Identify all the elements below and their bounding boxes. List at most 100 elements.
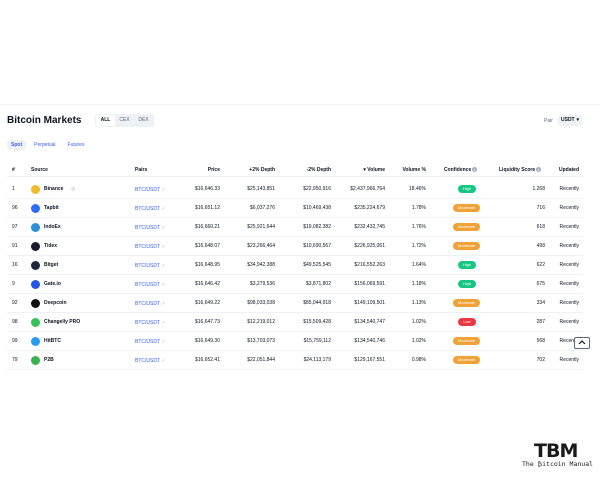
- col-liquidity[interactable]: Liquidity Score i: [499, 167, 542, 173]
- pair-link[interactable]: BTC/USDT ↗: [135, 332, 165, 351]
- watermark-logo: TBM The ₿itcoin Manual: [520, 440, 598, 470]
- pair-link-text: BTC/USDT: [135, 206, 160, 212]
- exchange-logo-icon: [31, 356, 40, 365]
- row-depth-minus: $15,509,428: [303, 319, 331, 325]
- external-link-icon: ↗: [161, 339, 165, 344]
- row-rank: 9: [12, 281, 15, 287]
- col-source[interactable]: Source: [31, 167, 48, 173]
- col-pairs[interactable]: Pairs: [135, 167, 147, 173]
- pair-dropdown[interactable]: USDT ▾: [558, 115, 582, 126]
- exchange-logo-icon: [31, 242, 40, 251]
- table-row[interactable]: 79 P2B BTC/USDT ↗ $16,652.41 $22,051,844 $24,…: [7, 351, 583, 370]
- confidence-badge: Moderate: [453, 299, 480, 307]
- col-updated[interactable]: Updated: [545, 167, 579, 173]
- row-depth-plus: $25,921,644: [247, 224, 275, 230]
- info-icon[interactable]: i: [472, 167, 478, 173]
- info-icon[interactable]: i: [536, 167, 542, 173]
- row-depth-minus: $22,950,916: [303, 186, 331, 192]
- exchange-name[interactable]: P2B: [44, 351, 54, 370]
- segment-cex[interactable]: CEX: [115, 115, 134, 126]
- pair-link[interactable]: BTC/USDT ↗: [135, 275, 165, 294]
- row-updated: Recently: [559, 357, 579, 363]
- exchange-name[interactable]: Changelly PRO: [44, 313, 80, 332]
- row-rank: 96: [12, 205, 18, 211]
- watermark-logo-text: The ₿itcoin Manual: [522, 460, 594, 468]
- col-volume[interactable]: ▾ Volume: [335, 167, 385, 173]
- exchange-name[interactable]: Tidex: [44, 237, 57, 256]
- external-link-icon: ↗: [161, 301, 165, 306]
- col-volume-pct[interactable]: Volume %: [390, 167, 426, 173]
- exchange-name[interactable]: Deepcoin: [44, 294, 67, 313]
- row-volume-pct: 1.13%: [411, 300, 426, 306]
- row-volume-pct: 1.76%: [411, 224, 426, 230]
- market-type-toggle: ALL CEX DEX: [95, 114, 154, 127]
- pair-link[interactable]: BTC/USDT ↗: [135, 256, 165, 275]
- row-liquidity: 498: [536, 243, 545, 249]
- col-depth-plus[interactable]: +2% Depth: [222, 167, 275, 173]
- row-volume: $226,925,061: [354, 243, 385, 249]
- row-volume: $156,069,591: [354, 281, 385, 287]
- exchange-logo-icon: [31, 185, 40, 194]
- tab-spot[interactable]: Spot: [7, 140, 27, 150]
- exchange-name[interactable]: HitBTC: [44, 332, 61, 351]
- exchange-name[interactable]: Binance: [44, 180, 63, 199]
- pair-link-text: BTC/USDT: [135, 358, 160, 364]
- table-row[interactable]: 16 Bitget BTC/USDT ↗ $16,648.95 $34,942,388 $…: [7, 256, 583, 275]
- pair-link[interactable]: BTC/USDT ↗: [135, 199, 165, 218]
- confidence-badge: Moderate: [453, 337, 480, 345]
- table-row[interactable]: 98 Changelly PRO BTC/USDT ↗ $16,647.73 $12,2…: [7, 313, 583, 332]
- tab-futures[interactable]: Futures: [64, 140, 89, 150]
- market-subtabs: Spot Perpetual Futures: [7, 140, 88, 150]
- row-volume: $129,167,551: [354, 357, 385, 363]
- watermark-logo-mark: TBM: [534, 440, 578, 462]
- row-price: $16,649.22: [194, 300, 220, 306]
- pair-link[interactable]: BTC/USDT ↗: [135, 218, 165, 237]
- row-rank: 16: [12, 262, 18, 268]
- row-liquidity: 287: [536, 319, 545, 325]
- scroll-to-top-button[interactable]: [574, 337, 590, 349]
- exchange-name[interactable]: IndoEx: [44, 218, 61, 237]
- pair-link-text: BTC/USDT: [135, 263, 160, 269]
- table-row[interactable]: 97 IndoEx BTC/USDT ↗ $16,660.21 $25,921,644 $…: [7, 218, 583, 237]
- confidence-badge: High: [458, 280, 476, 288]
- pair-link[interactable]: BTC/USDT ↗: [135, 351, 165, 370]
- row-volume: $2,437,966,764: [350, 186, 385, 192]
- table-row[interactable]: 1 Binance BTC/USDT ↗ $16,646.33 $25,143,851 $…: [7, 180, 583, 199]
- exchange-name[interactable]: Gate.io: [44, 275, 61, 294]
- pair-link-text: BTC/USDT: [135, 301, 160, 307]
- exchange-name[interactable]: Bitget: [44, 256, 58, 275]
- external-link-icon: ↗: [161, 206, 165, 211]
- row-depth-plus: $6,037,276: [249, 205, 275, 211]
- exchange-name[interactable]: Tapbit: [44, 199, 59, 218]
- table-row[interactable]: 99 HitBTC BTC/USDT ↗ $16,649.30 $13,703,073 $…: [7, 332, 583, 351]
- row-updated: Recently: [559, 300, 579, 306]
- row-volume-pct: 1.78%: [411, 205, 426, 211]
- exchange-logo-icon: [31, 280, 40, 289]
- col-depth-minus[interactable]: -2% Depth: [278, 167, 331, 173]
- table-row[interactable]: 91 Tidex BTC/USDT ↗ $16,648.07 $23,266,464 $1…: [7, 237, 583, 256]
- col-confidence[interactable]: Confidence i: [444, 167, 478, 173]
- row-depth-plus: $23,266,464: [247, 243, 275, 249]
- tab-perpetual[interactable]: Perpetual: [30, 140, 59, 150]
- col-price[interactable]: Price: [180, 167, 220, 173]
- sort-desc-icon: ▾: [363, 167, 366, 173]
- row-depth-minus: $85,044,918: [303, 300, 331, 306]
- pair-link[interactable]: BTC/USDT ↗: [135, 294, 165, 313]
- row-volume-pct: 18.46%: [409, 186, 426, 192]
- table-row[interactable]: 92 Deepcoin BTC/USDT ↗ $16,649.22 $98,033,03…: [7, 294, 583, 313]
- segment-all[interactable]: ALL: [96, 115, 115, 126]
- col-confidence-label: Confidence: [444, 167, 472, 173]
- row-depth-plus: $13,703,073: [247, 338, 275, 344]
- pair-link[interactable]: BTC/USDT ↗: [135, 237, 165, 256]
- row-price: $16,660.21: [194, 224, 220, 230]
- segment-dex[interactable]: DEX: [134, 115, 153, 126]
- row-price: $16,646.42: [194, 281, 220, 287]
- table-row[interactable]: 96 Tapbit BTC/USDT ↗ $16,651.12 $6,037,276 $1…: [7, 199, 583, 218]
- table-row[interactable]: 9 Gate.io BTC/USDT ↗ $16,646.42 $3,279,536 $3…: [7, 275, 583, 294]
- row-rank: 97: [12, 224, 18, 230]
- row-price: $16,652.41: [194, 357, 220, 363]
- pair-link-text: BTC/USDT: [135, 244, 160, 250]
- col-rank[interactable]: #: [12, 167, 15, 173]
- pair-link[interactable]: BTC/USDT ↗: [135, 313, 165, 332]
- pair-link[interactable]: BTC/USDT ↗: [135, 180, 165, 199]
